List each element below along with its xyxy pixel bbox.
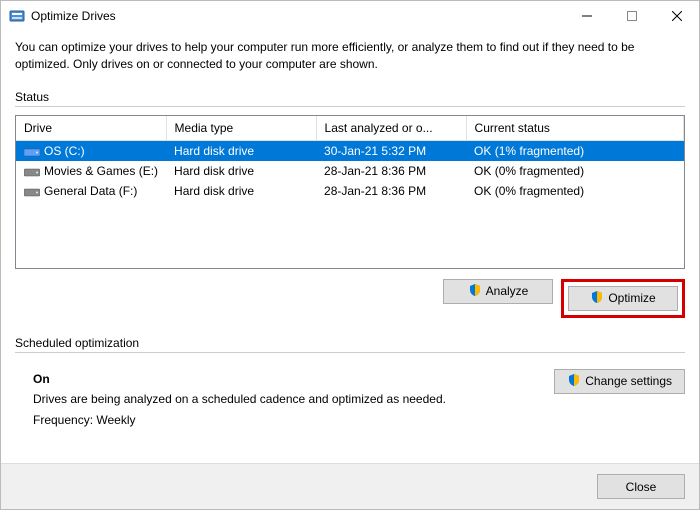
- col-media[interactable]: Media type: [166, 116, 316, 141]
- optimize-button[interactable]: Optimize: [568, 286, 678, 311]
- analyze-button[interactable]: Analyze: [443, 279, 553, 304]
- shield-icon: [468, 283, 482, 300]
- status-label: Status: [15, 90, 685, 104]
- drive-list[interactable]: Drive Media type Last analyzed or o... C…: [15, 115, 685, 269]
- last-analyzed: 28-Jan-21 8:36 PM: [316, 161, 466, 181]
- drive-name: OS (C:): [44, 144, 85, 158]
- maximize-button[interactable]: [609, 1, 654, 31]
- optimize-label: Optimize: [608, 291, 655, 305]
- current-status: OK (0% fragmented): [466, 161, 683, 181]
- shield-icon: [590, 290, 604, 307]
- analyze-label: Analyze: [486, 284, 529, 298]
- minimize-icon: [582, 11, 592, 21]
- last-analyzed: 30-Jan-21 5:32 PM: [316, 140, 466, 161]
- table-row[interactable]: OS (C:) Hard disk drive30-Jan-21 5:32 PMO…: [16, 140, 684, 161]
- drive-icon: [24, 146, 40, 158]
- table-row[interactable]: General Data (F:) Hard disk drive28-Jan-2…: [16, 181, 684, 201]
- close-label: Close: [626, 480, 657, 494]
- titlebar: Optimize Drives: [1, 1, 699, 31]
- current-status: OK (0% fragmented): [466, 181, 683, 201]
- media-type: Hard disk drive: [166, 161, 316, 181]
- close-window-button[interactable]: [654, 1, 699, 31]
- scheduled-desc: Drives are being analyzed on a scheduled…: [33, 389, 554, 409]
- shield-icon: [567, 373, 581, 390]
- window-title: Optimize Drives: [31, 9, 564, 23]
- separator: [15, 106, 685, 107]
- col-status[interactable]: Current status: [466, 116, 683, 141]
- app-icon: [9, 8, 25, 24]
- minimize-button[interactable]: [564, 1, 609, 31]
- table-header-row: Drive Media type Last analyzed or o... C…: [16, 116, 684, 141]
- col-drive[interactable]: Drive: [16, 116, 166, 141]
- col-last[interactable]: Last analyzed or o...: [316, 116, 466, 141]
- drive-name: General Data (F:): [44, 184, 137, 198]
- current-status: OK (1% fragmented): [466, 140, 683, 161]
- drive-icon: [24, 186, 40, 198]
- scheduled-freq: Frequency: Weekly: [33, 410, 554, 430]
- close-icon: [672, 11, 682, 21]
- change-settings-button[interactable]: Change settings: [554, 369, 685, 394]
- optimize-highlight: Optimize: [561, 279, 685, 318]
- table-row[interactable]: Movies & Games (E:) Hard disk drive28-Jan…: [16, 161, 684, 181]
- close-button[interactable]: Close: [597, 474, 685, 499]
- scheduled-state: On: [33, 369, 554, 389]
- media-type: Hard disk drive: [166, 140, 316, 161]
- drive-icon: [24, 166, 40, 178]
- window-controls: [564, 1, 699, 31]
- separator: [15, 352, 685, 353]
- scheduled-label: Scheduled optimization: [15, 336, 685, 350]
- footer: Close: [1, 463, 699, 509]
- maximize-icon: [627, 11, 637, 21]
- last-analyzed: 28-Jan-21 8:36 PM: [316, 181, 466, 201]
- change-settings-label: Change settings: [585, 374, 672, 388]
- description-text: You can optimize your drives to help you…: [15, 39, 685, 74]
- media-type: Hard disk drive: [166, 181, 316, 201]
- drive-name: Movies & Games (E:): [44, 164, 158, 178]
